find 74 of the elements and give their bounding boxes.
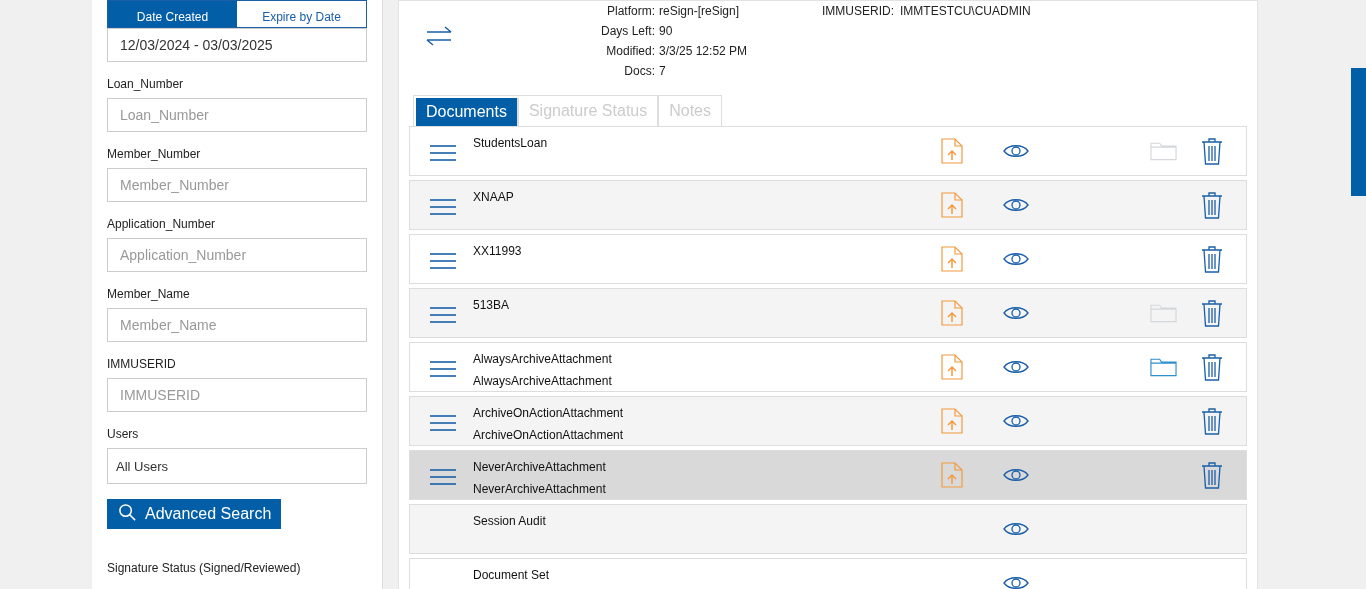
search-icon bbox=[118, 503, 137, 522]
document-row[interactable]: Session Audit bbox=[409, 504, 1247, 554]
document-name: ArchiveOnActionAttachment bbox=[473, 406, 625, 420]
eye-icon[interactable] bbox=[1003, 575, 1029, 589]
folder-icon[interactable] bbox=[1150, 357, 1177, 377]
document-name: ArchiveOnActionAttachment bbox=[473, 428, 625, 442]
field-label: Member_Number bbox=[107, 147, 202, 161]
document-row[interactable]: Document Set bbox=[409, 558, 1247, 589]
input-field[interactable]: IMMUSERID bbox=[107, 378, 367, 412]
eye-icon[interactable] bbox=[1003, 467, 1029, 483]
trash-icon[interactable] bbox=[1201, 191, 1223, 219]
eye-icon[interactable] bbox=[1003, 521, 1029, 537]
menu-icon[interactable] bbox=[429, 360, 456, 378]
eye-icon[interactable] bbox=[1003, 413, 1029, 429]
menu-icon[interactable] bbox=[429, 306, 456, 324]
menu-icon[interactable] bbox=[429, 198, 456, 216]
detail-label: Docs: bbox=[623, 64, 656, 78]
trash-icon[interactable] bbox=[1201, 245, 1223, 273]
trash-icon[interactable] bbox=[1201, 299, 1223, 327]
document-row[interactable]: XX11993 bbox=[409, 234, 1247, 284]
field-label: IMMUSERID bbox=[107, 357, 177, 371]
detail-value: 7 bbox=[659, 64, 666, 78]
document-row[interactable]: XNAAP bbox=[409, 180, 1247, 230]
document-name: XNAAP bbox=[473, 190, 515, 204]
eye-icon[interactable] bbox=[1003, 197, 1029, 213]
advanced-search-button[interactable]: Advanced Search bbox=[107, 499, 282, 529]
document-name: Document Set bbox=[473, 568, 551, 582]
field-label: Member_Name bbox=[107, 287, 191, 301]
document-name: NeverArchiveAttachment bbox=[473, 482, 607, 496]
detail-value: reSign-[reSign] bbox=[659, 4, 740, 18]
document-row[interactable]: 513BA bbox=[409, 288, 1247, 338]
document-name: 513BA bbox=[473, 298, 511, 312]
trash-icon[interactable] bbox=[1201, 353, 1223, 381]
document-row[interactable]: AlwaysArchiveAttachment AlwaysArchiveAttachment bbox=[409, 342, 1247, 392]
detail-label: IMMUSERID: bbox=[822, 4, 895, 18]
document-name: AlwaysArchiveAttachment bbox=[473, 352, 613, 366]
menu-icon[interactable] bbox=[429, 144, 456, 162]
eye-icon[interactable] bbox=[1003, 305, 1029, 321]
menu-icon[interactable] bbox=[429, 414, 456, 432]
trash-icon[interactable] bbox=[1201, 461, 1223, 489]
detail-value: 90 bbox=[659, 24, 673, 38]
menu-icon[interactable] bbox=[429, 468, 456, 486]
section-label: Signature Status (Signed/Reviewed) bbox=[107, 561, 302, 575]
detail-label: Days Left: bbox=[599, 24, 656, 38]
input-field[interactable]: Application_Number bbox=[107, 238, 367, 272]
document-row[interactable]: ArchiveOnActionAttachment ArchiveOnActionAttachment bbox=[409, 396, 1247, 446]
date-tab[interactable]: Date Created bbox=[108, 1, 237, 27]
input-field[interactable]: All Users bbox=[107, 448, 367, 484]
trash-icon[interactable] bbox=[1201, 137, 1223, 165]
trash-icon[interactable] bbox=[1201, 407, 1223, 435]
document-name: XX11993 bbox=[473, 244, 523, 258]
detail-label: Platform: bbox=[606, 4, 656, 18]
date-range-field[interactable]: 12/03/2024 - 03/03/2025 bbox=[107, 28, 367, 62]
document-name: Session Audit bbox=[473, 514, 547, 528]
document-row[interactable]: NeverArchiveAttachment NeverArchiveAttachment bbox=[409, 450, 1247, 500]
field-label: Users bbox=[107, 427, 140, 441]
document-name: AlwaysArchiveAttachment bbox=[473, 374, 613, 388]
detail-label: Modified: bbox=[605, 44, 656, 58]
menu-icon[interactable] bbox=[429, 252, 456, 270]
input-field[interactable]: Member_Number bbox=[107, 168, 367, 202]
eye-icon[interactable] bbox=[1003, 143, 1029, 159]
field-label: Application_Number bbox=[107, 217, 217, 231]
document-name: StudentsLoan bbox=[473, 136, 549, 150]
detail-value: 3/3/25 12:52 PM bbox=[659, 44, 748, 58]
field-label: Loan_Number bbox=[107, 77, 185, 91]
input-field[interactable]: Member_Name bbox=[107, 308, 367, 342]
document-name: NeverArchiveAttachment bbox=[473, 460, 607, 474]
tab[interactable]: Documents bbox=[416, 98, 519, 126]
eye-icon[interactable] bbox=[1003, 251, 1029, 267]
input-field[interactable]: Loan_Number bbox=[107, 98, 367, 132]
detail-value: IMMTESTCU\CUADMIN bbox=[900, 4, 1031, 18]
swap-arrows-icon[interactable] bbox=[425, 25, 453, 47]
document-row[interactable]: StudentsLoan bbox=[409, 126, 1247, 176]
eye-icon[interactable] bbox=[1003, 359, 1029, 375]
